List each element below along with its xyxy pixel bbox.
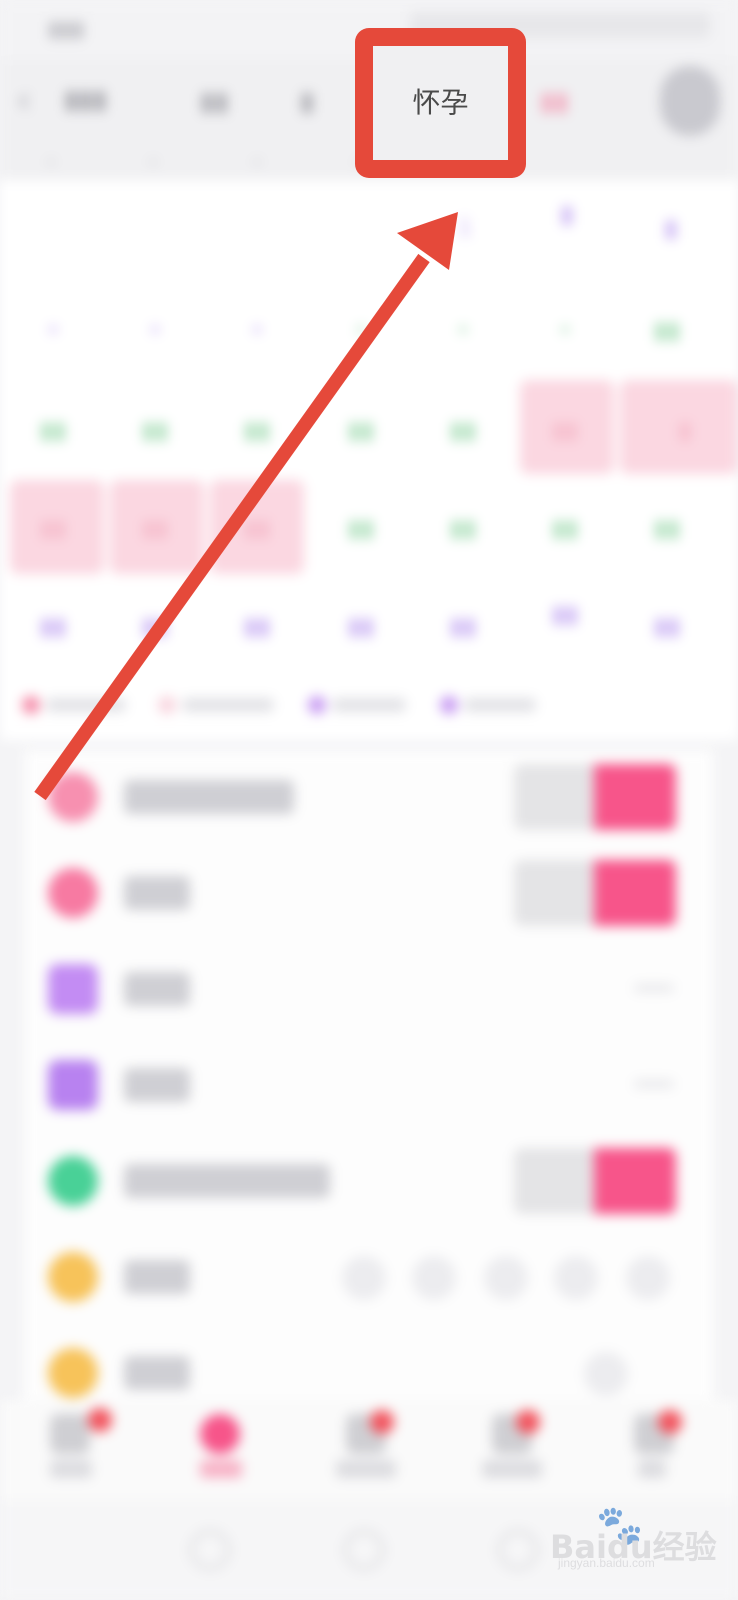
arrow-shaft bbox=[34, 253, 430, 801]
watermark: 🐾 Baidu经验 jingyan.baidu.com bbox=[548, 1504, 718, 1570]
arrow-icon bbox=[34, 212, 458, 801]
screen: ▮▮▮ ‹ ▮▮▮ ▮▮ ▮ ▮▮ ▪ ▪ ▪ ▪ ▪ 1 ▮ ▮ bbox=[0, 0, 738, 1600]
watermark-site: jingyan.baidu.com bbox=[558, 1556, 655, 1570]
